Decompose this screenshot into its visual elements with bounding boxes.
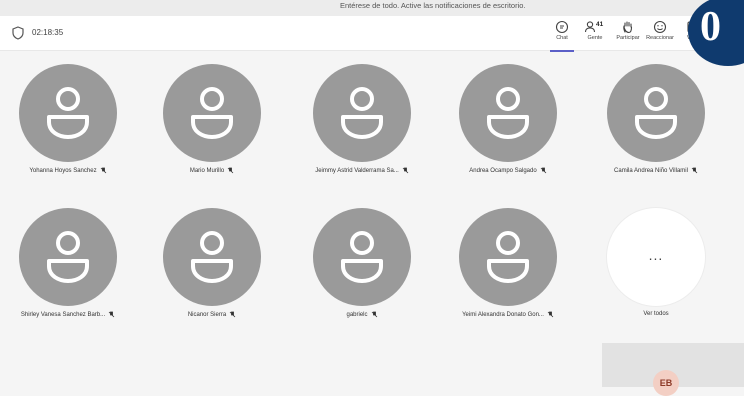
participant-tile[interactable]: Camila Andrea Niño Villamil: [590, 64, 722, 204]
participant-tile[interactable]: Yeimi Alexandra Donato Gon...: [442, 208, 574, 348]
meeting-header: 02:18:35 Chat 41 Gente Participar Reacci…: [0, 0, 744, 66]
person-icon: [487, 87, 529, 139]
person-icon: [191, 231, 233, 283]
mic-off-icon: [100, 167, 106, 174]
avatar: [459, 64, 557, 162]
avatar: [607, 64, 705, 162]
avatar: [163, 64, 261, 162]
participant-tile[interactable]: Shirley Vanesa Sanchez Barb...: [2, 208, 134, 348]
avatar: [163, 208, 261, 306]
hand-icon: [623, 21, 633, 34]
avatar: [19, 208, 117, 306]
participant-name: Nicanor Sierra: [146, 311, 278, 318]
mic-off-icon: [229, 311, 236, 318]
person-icon: [191, 87, 233, 139]
mic-off-icon: [371, 311, 377, 318]
self-view[interactable]: EB: [602, 343, 744, 396]
participant-name: Shirley Vanesa Sanchez Barb...: [2, 311, 134, 318]
participant-name: Yohanna Hoyos Sanchez: [2, 167, 134, 174]
avatar: [313, 64, 411, 162]
participant-name: Jeimmy Astrid Valderrama Sa...: [296, 167, 428, 174]
chat-label: Chat: [556, 35, 568, 41]
person-icon: [341, 231, 383, 283]
chat-button[interactable]: Chat: [547, 20, 577, 52]
more-dots[interactable]: ...: [607, 208, 705, 306]
corner-badge: 0: [688, 0, 744, 66]
shield-icon: [12, 26, 24, 40]
mic-off-icon: [108, 311, 115, 318]
people-button[interactable]: 41 Gente: [580, 20, 610, 48]
view-all-label[interactable]: Ver todos: [590, 311, 722, 317]
participant-name: gabrielc: [296, 311, 428, 318]
person-icon: [487, 231, 529, 283]
participant-tile[interactable]: Andrea Ocampo Salgado: [442, 64, 574, 204]
raise-hand-button[interactable]: Participar: [613, 20, 643, 48]
mic-off-icon: [402, 167, 409, 174]
react-label: Reaccionar: [646, 35, 674, 41]
mic-off-icon: [691, 167, 698, 174]
participant-tile[interactable]: Nicanor Sierra: [146, 208, 278, 348]
view-all-tile[interactable]: ... Ver todos: [590, 208, 722, 348]
notification-text: Entérese de todo. Active las notificacio…: [340, 1, 526, 10]
notification-banner: Entérese de todo. Active las notificacio…: [0, 0, 744, 16]
mic-off-icon: [227, 167, 234, 174]
participant-name: Yeimi Alexandra Donato Gon...: [442, 311, 574, 318]
participant-tile[interactable]: Jeimmy Astrid Valderrama Sa...: [296, 64, 428, 204]
react-button[interactable]: Reaccionar: [645, 20, 675, 48]
meeting-timer: 02:18:35: [32, 28, 64, 37]
person-icon: [635, 87, 677, 139]
participant-name: Camila Andrea Niño Villamil: [590, 167, 722, 174]
raise-hand-label: Participar: [616, 35, 640, 41]
participant-tile[interactable]: Yohanna Hoyos Sanchez: [2, 64, 134, 204]
person-icon: [47, 87, 89, 139]
people-label: Gente: [587, 35, 603, 41]
person-icon: [341, 87, 383, 139]
self-avatar: EB: [653, 370, 679, 396]
avatar: [19, 64, 117, 162]
participant-name: Mario Murillo: [146, 167, 278, 174]
avatar: [459, 208, 557, 306]
participant-tile[interactable]: Mario Murillo: [146, 64, 278, 204]
participant-name: Andrea Ocampo Salgado: [442, 167, 574, 174]
chat-icon: [555, 20, 569, 34]
mic-off-icon: [540, 167, 546, 174]
avatar: [313, 208, 411, 306]
participant-tile[interactable]: gabrielc: [296, 208, 428, 348]
people-count: 41: [596, 21, 604, 28]
smiley-icon: [653, 20, 667, 34]
person-icon: [47, 231, 89, 283]
mic-off-icon: [547, 311, 554, 318]
